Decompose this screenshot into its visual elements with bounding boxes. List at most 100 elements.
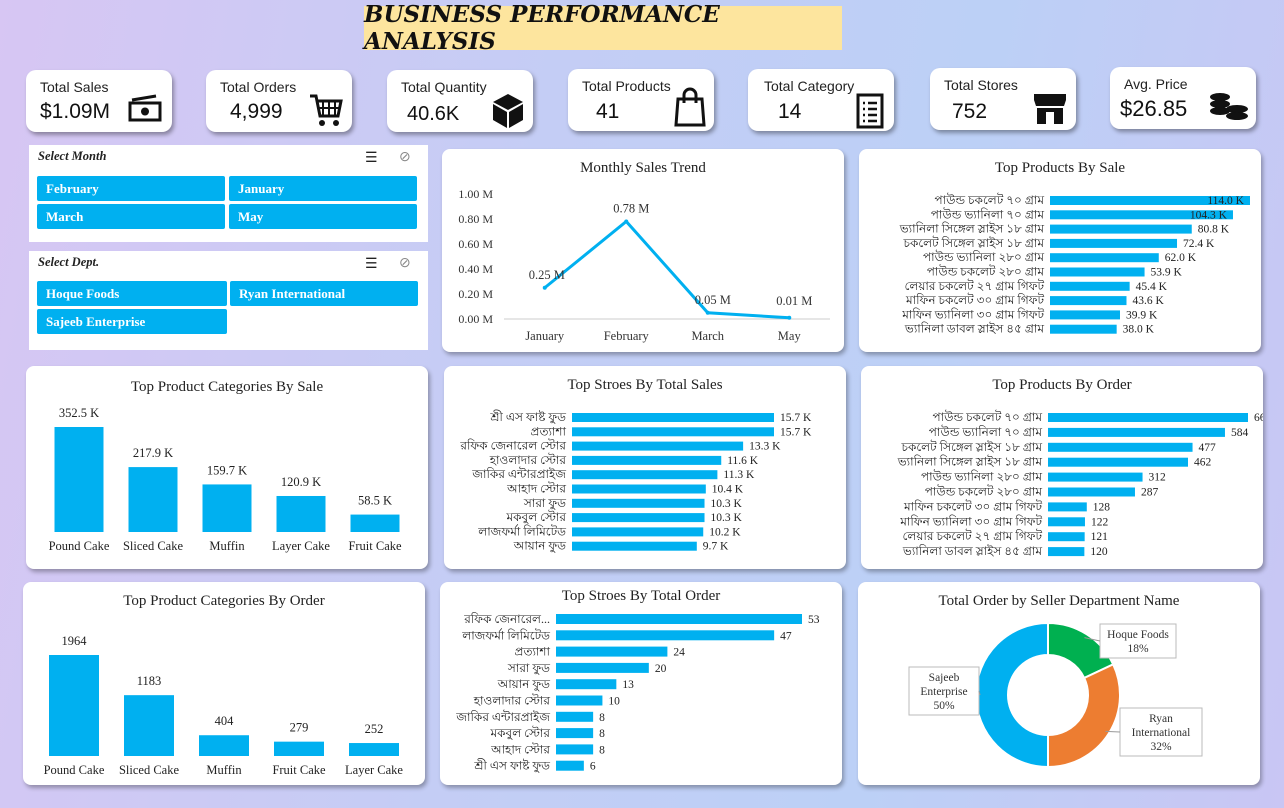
bar [1050, 296, 1127, 306]
data-label: 38.0 K [1123, 324, 1155, 336]
series-line [543, 219, 790, 320]
category-label: লাজফর্মা লিমিটেড [461, 628, 550, 642]
bar [1048, 413, 1248, 422]
dept-slicer-title: Select Dept. [38, 255, 100, 269]
category-label: Pound Cake [44, 763, 105, 777]
data-label: 6 [590, 761, 596, 773]
slicer-item-january[interactable]: January [229, 176, 417, 201]
kpi-value: $26.85 [1120, 96, 1188, 121]
data-point [624, 219, 629, 224]
category-label: লেয়ার চকলেট ২৭ গ্রাম গিফট [905, 279, 1045, 293]
x-tick-label: May [778, 329, 802, 343]
category-label: সারা ফুড [507, 661, 550, 676]
y-tick-label: 1.00 M [458, 187, 493, 201]
kpi-label: Avg. Price [1124, 76, 1188, 92]
bar [556, 662, 649, 673]
category-label: আহাদ স্টোর [490, 742, 550, 756]
leader-line [1105, 730, 1121, 733]
data-label: 120.9 K [281, 475, 321, 489]
category-label: সারা ফুড [523, 496, 566, 511]
category-label: চকলেট সিঙ্গেল স্লাইস ১৮ গ্রাম [902, 236, 1044, 250]
data-label: 0.05 M [695, 293, 731, 307]
category-label: Muffin [206, 763, 242, 777]
data-label: 8 [599, 712, 605, 724]
category-label: শ্রী এস ফাষ্ট ফুড [489, 409, 566, 425]
category-label: পাউন্ড চকলেট ৭০ গ্রাম [935, 193, 1045, 207]
bar [556, 760, 584, 771]
data-label: 43.6 K [1132, 295, 1164, 307]
slice-name-label: International [1132, 727, 1191, 739]
bar [572, 498, 705, 508]
stores-order-chart: রফিক জেনারেল... 53 লাজফর্মা লিমিটেড 47 প্রত্… [455, 612, 819, 774]
bar [1048, 472, 1143, 482]
slicer-item-may[interactable]: May [229, 204, 417, 229]
slice-name-label: Enterprise [920, 686, 967, 698]
slicer-item-sajeeb-enterprise[interactable]: Sajeeb Enterprise [37, 309, 227, 334]
slice-value-label: 32% [1150, 741, 1172, 753]
y-tick-label: 0.40 M [458, 262, 493, 276]
y-tick-label: 0.80 M [458, 212, 493, 226]
category-label: লেয়ার চকলেট ২৭ গ্রাম গিফট [903, 529, 1043, 543]
donut-slice [1047, 663, 1121, 769]
bar [1048, 487, 1135, 497]
categories-order-card: Top Product Categories By Order 1964 Poun… [23, 582, 425, 785]
bar [1048, 547, 1085, 557]
category-label: চকলেট সিঙ্গেল স্লাইস ১৮ গ্রাম [900, 440, 1042, 454]
bar [274, 741, 324, 756]
y-tick-label: 0.20 M [458, 287, 493, 301]
category-label: ভ্যানিলা সিঙ্গেল স্লাইস ১৮ গ্রাম [899, 222, 1045, 236]
category-label: শ্রী এস ফাষ্ট ফুড [473, 758, 550, 774]
bar [124, 695, 174, 756]
y-tick-label: 0.00 M [458, 312, 493, 326]
data-label: 10.3 K [711, 512, 743, 524]
category-label: মাফিন ভ্যানিলা ৩০ গ্রাম গিফট [901, 307, 1044, 321]
kpi-total-category: Total Category 14 [748, 69, 894, 131]
category-label: পাউন্ড ভ্যানিলা ৭০ গ্রাম [929, 425, 1043, 439]
data-label: 39.9 K [1126, 309, 1158, 321]
kpi-value: 41 [596, 100, 620, 123]
bar [1048, 517, 1085, 527]
category-label: পাউন্ড চকলেট ২৮০ গ্রাম [925, 485, 1043, 499]
category-label: মকবুল স্টোর [489, 726, 550, 741]
data-point [542, 285, 547, 290]
kpi-value: 752 [952, 100, 988, 123]
category-label: জাকির এন্টারপ্রাইজ [471, 467, 566, 481]
dept-orders-donut-chart: Hoque Foods 18% Ryan International 32% Sajeeb… [908, 621, 1203, 769]
slicer-item-ryan-international[interactable]: Ryan International [230, 281, 418, 306]
slicer-item-hoque-foods[interactable]: Hoque Foods [37, 281, 227, 306]
category-label: প্রত্যাশা [514, 645, 550, 659]
slicer-item-february[interactable]: February [37, 176, 225, 201]
kpi-total-quantity: Total Quantity 40.6K [387, 70, 533, 132]
slicer-item-march[interactable]: March [37, 204, 225, 229]
data-point [705, 310, 710, 315]
data-label: 10 [608, 696, 620, 708]
kpi-total-sales: Total Sales $1.09M [26, 70, 172, 132]
slice-value-label: 18% [1127, 643, 1149, 655]
kpi-total-stores: Total Stores 752 [930, 68, 1076, 130]
kpi-avg-price: Avg. Price $26.85 [1110, 67, 1256, 129]
data-label: 58.5 K [358, 494, 392, 508]
category-label: আয়ান ফুড [513, 539, 566, 554]
bar [1050, 224, 1192, 234]
category-label: মকবুল স্টোর [505, 510, 566, 525]
category-label: Sliced Cake [119, 763, 180, 777]
data-label: 13 [622, 679, 634, 691]
bar [572, 455, 722, 465]
data-label: 660 [1254, 412, 1263, 424]
data-label: 47 [780, 630, 792, 642]
category-label: পাউন্ড চকলেট ৭০ গ্রাম [933, 410, 1043, 424]
category-label: Sliced Cake [123, 539, 184, 553]
top-products-order-chart: পাউন্ড চকলেট ৭০ গ্রাম 660 পাউন্ড ভ্যানিলা … [897, 410, 1263, 558]
bar [556, 744, 594, 755]
data-label: 10.2 K [709, 526, 741, 538]
clear-filter-icon[interactable]: ⊘ [399, 255, 411, 272]
dept-orders-card: Total Order by Seller Department Name Ho… [858, 582, 1260, 785]
data-label: 122 [1091, 516, 1109, 528]
slice-value-label: 50% [933, 700, 955, 712]
category-label: রফিক জেনারেল স্টোর [459, 439, 566, 453]
category-label: Muffin [209, 539, 245, 553]
clear-filter-icon[interactable]: ⊘ [399, 149, 411, 166]
multi-select-icon[interactable]: ☰ [365, 150, 378, 167]
stores-sale-card: Top Stroes By Total Sales শ্রী এস ফাষ্ট … [444, 366, 846, 569]
multi-select-icon[interactable]: ☰ [365, 256, 378, 273]
